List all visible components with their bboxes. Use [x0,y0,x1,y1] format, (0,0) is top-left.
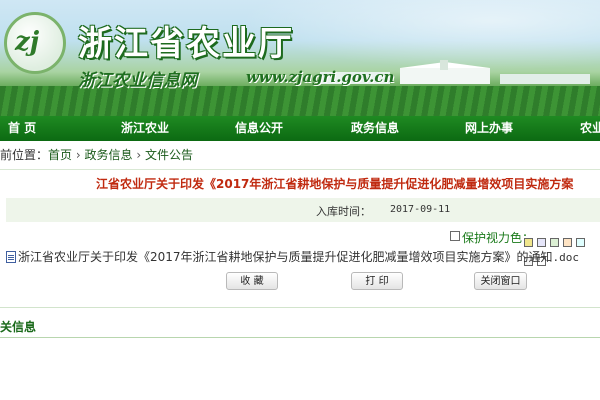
color-swatch[interactable] [550,238,559,247]
breadcrumb-separator: › [75,148,81,162]
related-info-title: 关信息 [0,320,37,334]
document-icon [6,251,16,263]
breadcrumb-gov-info[interactable]: 政务信息 [85,148,133,162]
color-swatch[interactable] [563,238,572,247]
print-button[interactable]: 打 印 [351,272,403,290]
breadcrumb: 前位置：首页 › 政务信息 › 文件公告 [0,141,600,170]
site-url: www.zjagri.gov.cn [246,68,395,86]
site-title: 浙江省农业厅 [78,24,294,64]
eye-care-label: 保护视力色： [450,229,534,245]
color-swatch[interactable] [524,238,533,247]
attachment-link[interactable]: 浙江省农业厅关于印发《2017年浙江省耕地保护与质量提升促进化肥减量增效项目实施… [6,249,579,265]
color-swatch[interactable] [576,238,585,247]
nav-item-info-public[interactable]: 信息公开 [235,116,283,141]
nav-item-online-service[interactable]: 网上办事 [465,116,513,141]
breadcrumb-separator: › [136,148,142,162]
date-label: 入库时间： [316,205,371,218]
date-value: 2017-09-11 [390,204,451,215]
breadcrumb-home[interactable]: 首页 [48,148,72,162]
related-divider [0,337,600,338]
nav-item-zhejiang-agri[interactable]: 浙江农业 [121,116,169,141]
divider [0,307,600,308]
site-subtitle: 浙江农业信息网 [78,71,197,91]
favorite-button[interactable]: 收 藏 [226,272,278,290]
nav-item-home[interactable]: 首 页 [8,116,36,141]
main-nav: 首 页 浙江农业 信息公开 政务信息 网上办事 农业 [0,116,600,141]
nav-item-gov-info[interactable]: 政务信息 [351,116,399,141]
nav-item-agri[interactable]: 农业 [580,116,600,141]
header-banner: zj 浙江省农业厅 浙江农业信息网 www.zjagri.gov.cn [0,0,600,116]
checkbox-icon [450,231,460,241]
article-info-bar: 入库时间： 2017-09-11 [6,198,600,222]
attachment-name: 浙江省农业厅关于印发《2017年浙江省耕地保护与质量提升促进化肥减量增效项目实施… [18,250,553,264]
breadcrumb-prefix: 前位置： [0,148,49,162]
color-swatch[interactable] [537,238,546,247]
article-title: 江省农业厅关于印发《2017年浙江省耕地保护与质量提升促进化肥减量增效项目实施方… [96,177,574,191]
site-logo: zj [4,12,66,74]
attachment-ext: .doc [552,251,580,264]
breadcrumb-notices[interactable]: 文件公告 [145,148,193,162]
logo-glyph: zj [15,27,40,57]
close-window-button[interactable]: 关闭窗口 [474,272,527,290]
